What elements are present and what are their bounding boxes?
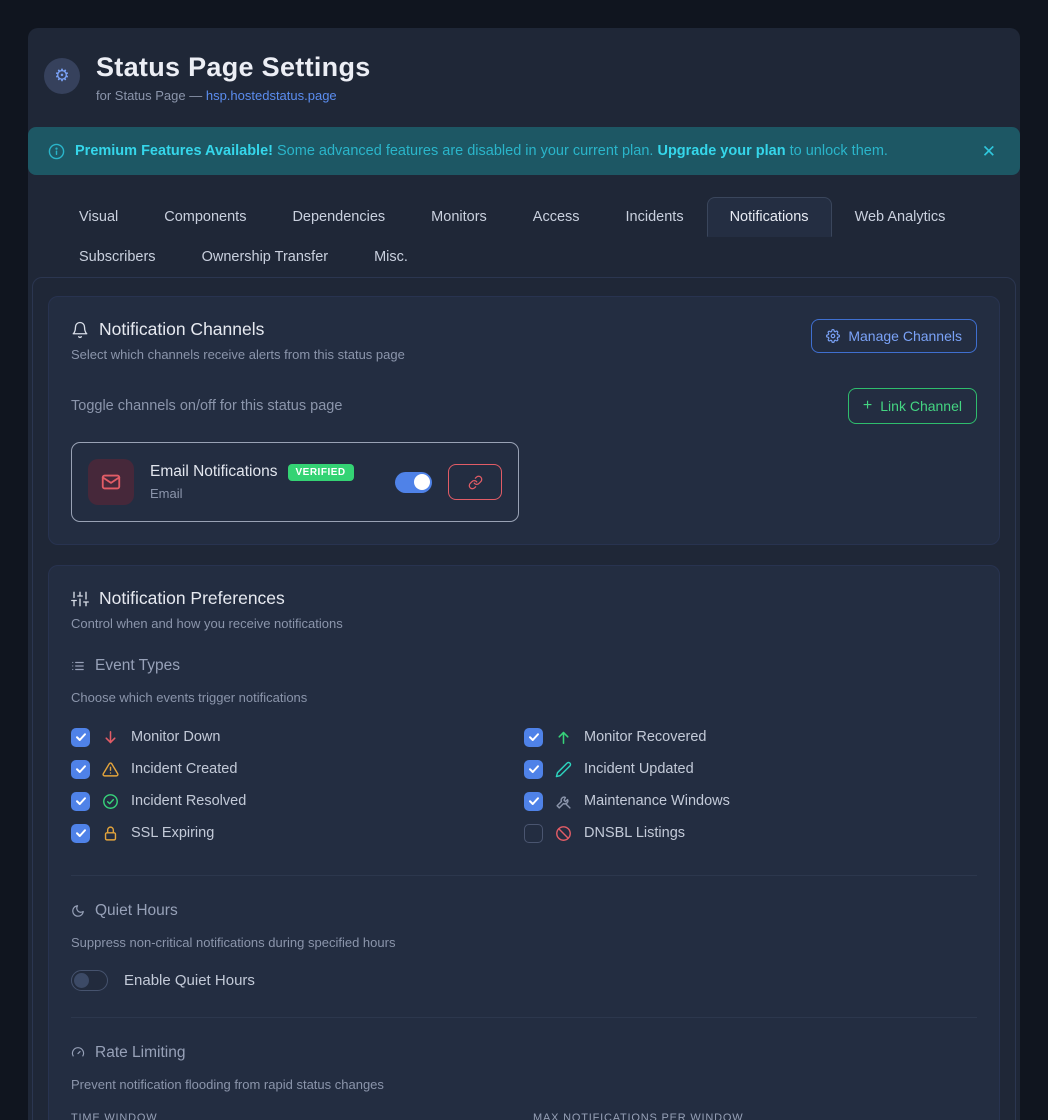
info-icon (48, 143, 65, 160)
banner-text: Some advanced features are disabled in y… (273, 143, 657, 159)
banner-suffix: to unlock them. (786, 143, 888, 159)
lock-icon (102, 825, 119, 842)
status-page-link[interactable]: hsp.hostedstatus.page (206, 88, 337, 103)
channels-subtitle: Select which channels receive alerts fro… (71, 347, 405, 362)
page-title: Status Page Settings (96, 52, 371, 83)
tab-ownership-transfer[interactable]: Ownership Transfer (179, 237, 352, 277)
checkbox (524, 760, 543, 779)
quiet-hours-toggle[interactable] (71, 970, 108, 991)
manage-channels-button[interactable]: Manage Channels (811, 319, 977, 353)
event-types-subtitle: Choose which events trigger notification… (71, 690, 977, 705)
checkbox (71, 760, 90, 779)
page-subtitle: for Status Page — hsp.hostedstatus.page (96, 88, 371, 103)
settings-card: ⚙ Status Page Settings for Status Page —… (28, 28, 1020, 1120)
bell-icon (71, 321, 89, 339)
page-header: ⚙ Status Page Settings for Status Page —… (28, 28, 1020, 117)
gauge-icon (71, 1046, 85, 1060)
event-incident-updated[interactable]: Incident Updated (524, 760, 977, 779)
tab-subscribers[interactable]: Subscribers (56, 237, 179, 277)
tab-components[interactable]: Components (141, 197, 269, 237)
tab-misc[interactable]: Misc. (351, 237, 431, 277)
event-incident-resolved[interactable]: Incident Resolved (71, 792, 524, 811)
checkbox (71, 728, 90, 747)
event-monitor-recovered[interactable]: Monitor Recovered (524, 728, 977, 747)
checkbox (524, 792, 543, 811)
tab-notifications[interactable]: Notifications (707, 197, 832, 237)
link-icon (468, 475, 483, 490)
verified-badge: VERIFIED (288, 464, 354, 481)
tools-icon (555, 793, 572, 810)
event-incident-created[interactable]: Incident Created (71, 760, 524, 779)
sliders-icon (71, 590, 89, 608)
quiet-hours-toggle-label: Enable Quiet Hours (124, 972, 255, 989)
checkbox (524, 824, 543, 843)
list-icon (71, 659, 85, 673)
gear-icon: ⚙ (44, 58, 80, 94)
check-circle-icon (102, 793, 119, 810)
event-ssl-expiring[interactable]: SSL Expiring (71, 824, 524, 843)
event-types-title: Event Types (71, 657, 977, 675)
event-types-grid: Monitor Down Incident Created Incident R… (71, 721, 977, 849)
email-icon (88, 459, 134, 505)
tab-dependencies[interactable]: Dependencies (269, 197, 408, 237)
channels-title: Notification Channels (71, 319, 405, 340)
gear-icon (826, 329, 840, 343)
quiet-hours-title: Quiet Hours (71, 902, 977, 920)
tab-monitors[interactable]: Monitors (408, 197, 510, 237)
checkbox (71, 792, 90, 811)
plus-icon: + (863, 397, 872, 415)
banner-close-button[interactable]: ✕ (978, 139, 1000, 164)
rate-limiting-subtitle: Prevent notification flooding from rapid… (71, 1077, 977, 1092)
preferences-subtitle: Control when and how you receive notific… (71, 616, 977, 631)
max-notifications-label: MAX NOTIFICATIONS PER WINDOW (533, 1112, 977, 1120)
moon-icon (71, 904, 85, 918)
pencil-icon (555, 761, 572, 778)
event-dnsbl-listings[interactable]: DNSBL Listings (524, 824, 977, 843)
checkbox (71, 824, 90, 843)
premium-banner: Premium Features Available! Some advance… (28, 127, 1020, 175)
tab-access[interactable]: Access (510, 197, 603, 237)
settings-tabs: Visual Components Dependencies Monitors … (28, 197, 1020, 277)
tab-web-analytics[interactable]: Web Analytics (832, 197, 969, 237)
toggle-hint: Toggle channels on/off for this status p… (71, 398, 342, 414)
event-maintenance-windows[interactable]: Maintenance Windows (524, 792, 977, 811)
divider (71, 875, 977, 876)
channel-toggle[interactable] (395, 472, 432, 493)
quiet-hours-subtitle: Suppress non-critical notifications duri… (71, 935, 977, 950)
channel-card-email: Email Notifications VERIFIED Email (71, 442, 519, 522)
tab-incidents[interactable]: Incidents (603, 197, 707, 237)
preferences-title: Notification Preferences (71, 588, 977, 609)
warning-icon (102, 761, 119, 778)
event-monitor-down[interactable]: Monitor Down (71, 728, 524, 747)
no-entry-icon (555, 825, 572, 842)
unlink-channel-button[interactable] (448, 464, 502, 500)
tab-content: Notification Channels Select which chann… (32, 277, 1016, 1120)
channel-name: Email Notifications (150, 463, 278, 481)
banner-bold-text: Premium Features Available! (75, 143, 273, 159)
divider (71, 1017, 977, 1018)
checkbox (524, 728, 543, 747)
notification-preferences-panel: Notification Preferences Control when an… (48, 565, 1000, 1120)
time-window-label: TIME WINDOW (71, 1112, 515, 1120)
arrow-down-icon (102, 729, 119, 746)
channel-type: Email (150, 486, 379, 501)
link-channel-button[interactable]: + Link Channel (848, 388, 977, 424)
rate-limiting-title: Rate Limiting (71, 1044, 977, 1062)
upgrade-plan-link[interactable]: Upgrade your plan (657, 143, 785, 159)
arrow-up-icon (555, 729, 572, 746)
notification-channels-panel: Notification Channels Select which chann… (48, 296, 1000, 545)
tab-visual[interactable]: Visual (56, 197, 141, 237)
